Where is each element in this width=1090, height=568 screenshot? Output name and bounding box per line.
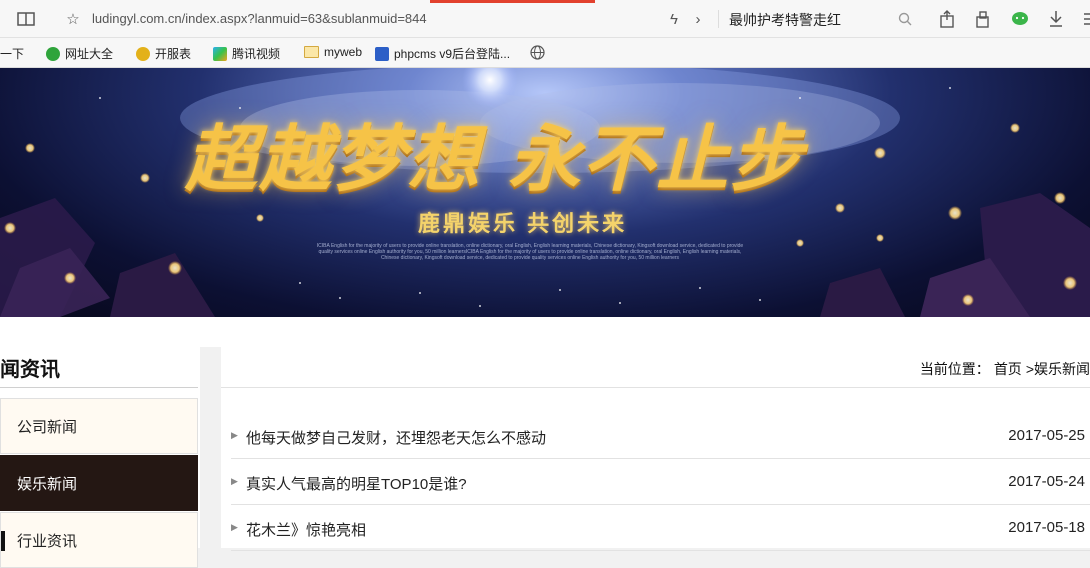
share-icon[interactable] <box>973 9 993 29</box>
tencent-video-icon <box>213 46 227 61</box>
news-list-item[interactable]: ▶ 花木兰》惊艳亮相 2017-05-18 <box>231 505 1090 551</box>
news-list-item[interactable]: ▶ 他每天做梦自己发财，还埋怨老天怎么不感动 2017-05-25 <box>231 413 1090 459</box>
toolbar-divider <box>718 10 719 28</box>
game-icon <box>136 46 150 61</box>
banner-fine-print: ICIBA English for the majority of users … <box>316 243 744 261</box>
phpcms-icon <box>375 46 389 61</box>
bookmark-item-tencent-video[interactable]: 腾讯视频 <box>213 45 280 62</box>
menu-icon[interactable] <box>1078 9 1090 29</box>
news-date: 2017-05-24 <box>1008 473 1085 490</box>
bookmark-item-navigation[interactable]: 网址大全 <box>46 45 113 62</box>
bookmark-item[interactable]: 一下 <box>0 45 24 62</box>
bookmark-label: phpcms v9后台登陆... <box>394 47 511 61</box>
bookmark-item-phpcms[interactable]: phpcms v9后台登陆... <box>375 45 510 62</box>
search-box-query[interactable]: 最帅护考特警走红 <box>729 10 841 30</box>
lightning-icon[interactable]: ϟ <box>664 9 684 29</box>
bookmark-item-server-list[interactable]: 开服表 <box>136 45 191 62</box>
bookmark-item-myweb[interactable]: myweb <box>304 45 362 59</box>
bookmark-label: 腾讯视频 <box>232 47 281 61</box>
sidebar-item-marker <box>1 531 5 551</box>
news-title-link[interactable]: 他每天做梦自己发财，还埋怨老天怎么不感动 <box>246 427 546 448</box>
bookmark-label: myweb <box>324 45 363 59</box>
sidebar-item-company-news[interactable]: 公司新闻 <box>0 398 198 454</box>
news-list-item[interactable]: ▶ 真实人气最高的明星TOP10是谁? 2017-05-24 <box>231 459 1090 505</box>
content-spacer <box>0 317 1090 347</box>
chevron-right-icon[interactable]: › <box>688 9 708 29</box>
breadcrumb-prefix: 当前位置： <box>919 361 990 377</box>
sidebar-divider <box>0 387 198 388</box>
breadcrumb-current[interactable]: >娱乐新闻 <box>1026 359 1090 379</box>
sidebar-item-label: 行业资讯 <box>17 532 78 550</box>
browser-toolbar: ☆ ludingyl.com.cn/index.aspx?lanmuid=63&… <box>0 0 1090 38</box>
globe-icon[interactable] <box>530 45 545 60</box>
address-bar-url[interactable]: ludingyl.com.cn/index.aspx?lanmuid=63&su… <box>92 11 427 26</box>
breadcrumb-home-link[interactable]: 首页 <box>994 359 1022 379</box>
extension-icon[interactable] <box>937 9 957 29</box>
breadcrumb: 当前位置： 首页 >娱乐新闻 <box>920 359 1090 379</box>
news-date: 2017-05-25 <box>1008 427 1085 444</box>
sidebar-item-industry-news[interactable]: 行业资讯 <box>0 512 198 568</box>
sidebar-item-label: 娱乐新闻 <box>17 475 78 493</box>
sidebar-item-label: 公司新闻 <box>17 418 78 436</box>
download-icon[interactable] <box>1046 9 1066 29</box>
sidebar-title: 闻资讯 <box>0 359 60 381</box>
bookmark-label: 开服表 <box>155 47 192 61</box>
triangle-bullet-icon: ▶ <box>231 430 238 440</box>
folder-icon <box>304 46 319 58</box>
news-date: 2017-05-18 <box>1008 519 1085 536</box>
active-tab-indicator <box>430 0 595 3</box>
plus-globe-icon <box>46 46 60 61</box>
banner-headline: 超越梦想 永不止步 <box>185 116 805 201</box>
sidebar-item-entertainment-news[interactable]: 娱乐新闻 <box>0 455 198 511</box>
news-title-link[interactable]: 真实人气最高的明星TOP10是谁? <box>246 473 467 494</box>
news-list-panel: 当前位置： 首页 >娱乐新闻 ▶ 他每天做梦自己发财，还埋怨老天怎么不感动 20… <box>221 347 1090 551</box>
breadcrumb-divider <box>221 387 1090 388</box>
news-title-link[interactable]: 花木兰》惊艳亮相 <box>246 519 366 540</box>
banner-subline: 鹿鼎娱乐 共创未来 <box>418 211 628 236</box>
bookmark-label: 网址大全 <box>65 47 114 61</box>
wechat-icon[interactable] <box>1010 9 1030 29</box>
triangle-bullet-icon: ▶ <box>231 476 238 486</box>
search-icon[interactable] <box>895 9 915 29</box>
hero-banner: 超越梦想 永不止步 鹿鼎娱乐 共创未来 ICIBA English for th… <box>0 68 1090 317</box>
bookmarks-bar: 一下 网址大全 开服表 腾讯视频 myweb phpcms v9后台登陆... <box>0 38 1090 68</box>
star-icon[interactable]: ☆ <box>63 9 83 29</box>
sidebar: 闻资讯 公司新闻 娱乐新闻 行业资讯 <box>0 347 200 568</box>
reader-mode-icon[interactable] <box>16 9 36 29</box>
triangle-bullet-icon: ▶ <box>231 522 238 532</box>
